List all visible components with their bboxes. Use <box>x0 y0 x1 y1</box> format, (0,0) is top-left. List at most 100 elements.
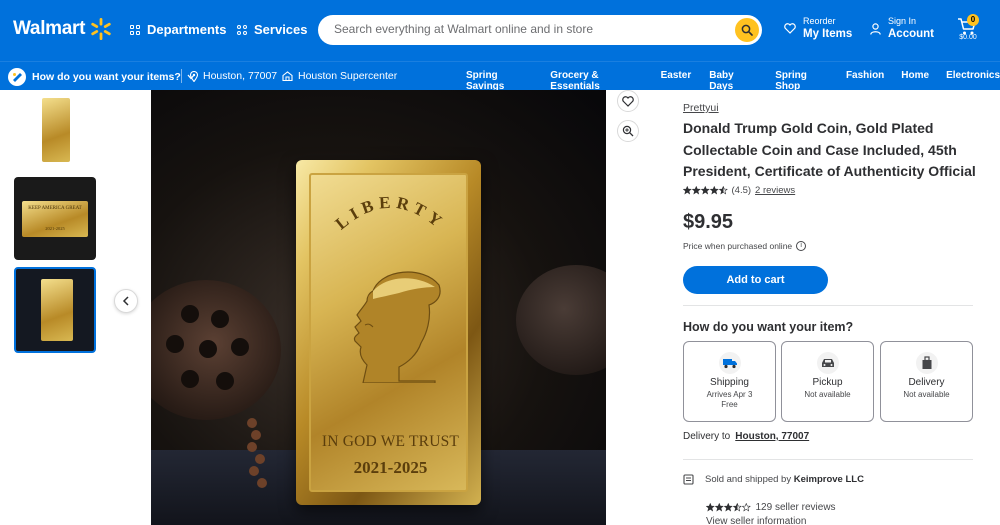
star-icon <box>715 503 724 512</box>
bar-years: 2021-2025 <box>353 458 428 477</box>
top-header: Walmart Departments Services Search ever… <box>0 0 1000 61</box>
star-icon <box>719 186 728 195</box>
divider <box>683 305 973 306</box>
secondary-nav: How do you want your items? Houston, 770… <box>0 61 1000 92</box>
location-text: Houston, 77007 <box>203 70 278 82</box>
zoom-button[interactable] <box>617 120 639 142</box>
thumbnail-years: 2021-2025 <box>45 226 65 231</box>
category-link[interactable]: Baby Days <box>709 70 757 92</box>
product-title: Donald Trump Gold Coin, Gold Plated Coll… <box>683 120 976 179</box>
star-icon <box>701 186 710 195</box>
star-icon <box>742 503 751 512</box>
departments-button[interactable]: Departments <box>130 22 226 37</box>
thumbnail-3-selected[interactable] <box>14 267 96 353</box>
shipping-label: Shipping <box>710 377 749 388</box>
services-grid-icon <box>237 24 247 35</box>
store-icon <box>282 71 293 81</box>
delivery-location-link[interactable]: Houston, 77007 <box>735 431 809 442</box>
delivery-prefix: Delivery to <box>683 431 731 442</box>
services-button[interactable]: Services <box>237 22 308 37</box>
brand-link[interactable]: Prettyui <box>683 102 719 114</box>
search-input[interactable] <box>334 22 724 36</box>
delivery-option[interactable]: Delivery Not available <box>880 341 973 422</box>
walmart-logo[interactable]: Walmart <box>13 17 113 41</box>
shipping-truck-icon <box>719 352 741 374</box>
signin-big-label: Account <box>888 28 934 40</box>
star-icon <box>724 503 733 512</box>
reorder-small-label: Reorder <box>803 16 836 26</box>
shipping-option[interactable]: Shipping Arrives Apr 3 Free <box>683 341 776 422</box>
bar-motto: IN GOD WE TRUST <box>321 433 460 450</box>
add-to-cart-button[interactable]: Add to cart <box>683 266 828 294</box>
star-icon <box>683 186 692 195</box>
delivery-to: Delivery to Houston, 77007 <box>683 431 809 442</box>
pickup-car-icon <box>817 352 839 374</box>
services-label: Services <box>254 22 308 37</box>
cart-count-badge: 0 <box>967 14 979 26</box>
search-bar <box>318 15 762 45</box>
seller-star-rating <box>706 503 751 512</box>
search-button[interactable] <box>735 18 759 42</box>
delivery-bag-icon <box>916 352 938 374</box>
product-price: $9.95 <box>683 211 734 233</box>
fulfillment-title: How do you want your item? <box>683 320 854 334</box>
thumbnail-gold-bar <box>42 98 70 162</box>
liberty-arc-text: LIBERTY <box>332 193 450 234</box>
zoom-in-icon <box>622 125 634 137</box>
pickup-label: Pickup <box>812 377 843 388</box>
pod-decoration-right <box>516 265 606 375</box>
category-link[interactable]: Spring Savings <box>466 70 534 92</box>
lotus-pod-decoration <box>151 280 281 420</box>
category-link[interactable]: Spring Shop <box>775 70 831 92</box>
pickup-status: Not available <box>804 390 851 399</box>
fulfillment-icon <box>8 68 26 86</box>
product-rating: (4.5) 2 reviews <box>683 185 795 196</box>
price-note-text: Price when purchased online <box>683 241 793 251</box>
divider <box>683 459 973 460</box>
thumbnail-2[interactable]: KEEP AMERICA GREAT 2021-2025 <box>14 177 96 260</box>
category-link[interactable]: Fashion <box>846 70 884 92</box>
star-icon <box>733 503 742 512</box>
thumbnail-gold-bar <box>41 279 73 341</box>
thumbnail-1[interactable] <box>14 96 96 164</box>
pickup-option[interactable]: Pickup Not available <box>781 341 874 422</box>
reorder-button[interactable]: Reorder My Items <box>784 16 852 41</box>
category-link[interactable]: Grocery & Essentials <box>550 70 644 92</box>
departments-label: Departments <box>147 22 227 37</box>
delivery-label: Delivery <box>908 377 945 388</box>
thumbnail-gold-bar-landscape: KEEP AMERICA GREAT 2021-2025 <box>22 201 88 237</box>
location-pin-icon <box>190 70 198 82</box>
favorite-button[interactable] <box>617 90 639 112</box>
category-link[interactable]: Electronics <box>946 70 1000 92</box>
heart-icon <box>784 23 796 34</box>
category-link[interactable]: Easter <box>661 70 692 92</box>
info-icon[interactable]: i <box>796 241 807 251</box>
spark-logo-icon <box>91 18 111 40</box>
account-button[interactable]: Sign In Account <box>870 16 934 41</box>
category-link[interactable]: Home <box>901 70 929 92</box>
store-receipt-icon <box>683 474 694 485</box>
star-icon <box>706 503 715 512</box>
store-selector[interactable]: Houston Supercenter <box>282 70 397 82</box>
star-rating <box>683 186 728 195</box>
fulfillment-prompt: How do you want your items? <box>32 71 181 83</box>
delivery-status: Not available <box>903 390 950 399</box>
product-image[interactable]: LIBERTY IN GOD WE TRUST 2021-2025 <box>151 90 606 525</box>
store-text: Houston Supercenter <box>298 70 398 82</box>
subnav-divider <box>181 69 182 83</box>
view-seller-link[interactable]: View seller information <box>706 516 806 525</box>
portrait-relief-icon <box>353 271 441 383</box>
svg-text:LIBERTY: LIBERTY <box>332 193 450 234</box>
price-note: Price when purchased online i <box>683 241 807 251</box>
search-icon <box>741 24 753 36</box>
reviews-link[interactable]: 2 reviews <box>755 185 795 196</box>
previous-image-button[interactable] <box>114 289 138 313</box>
fulfillment-selector[interactable]: How do you want your items? <box>8 68 195 86</box>
signin-small-label: Sign In <box>888 16 917 26</box>
thumbnail-caption: KEEP AMERICA GREAT <box>28 206 82 211</box>
reorder-big-label: My Items <box>803 28 853 40</box>
seller-reviews-link[interactable]: 129 seller reviews <box>756 502 836 513</box>
location-selector[interactable]: Houston, 77007 <box>190 70 277 82</box>
gold-bar-face: LIBERTY IN GOD WE TRUST 2021-2025 <box>309 173 468 492</box>
shipping-detail: Arrives Apr 3 Free <box>684 390 775 410</box>
